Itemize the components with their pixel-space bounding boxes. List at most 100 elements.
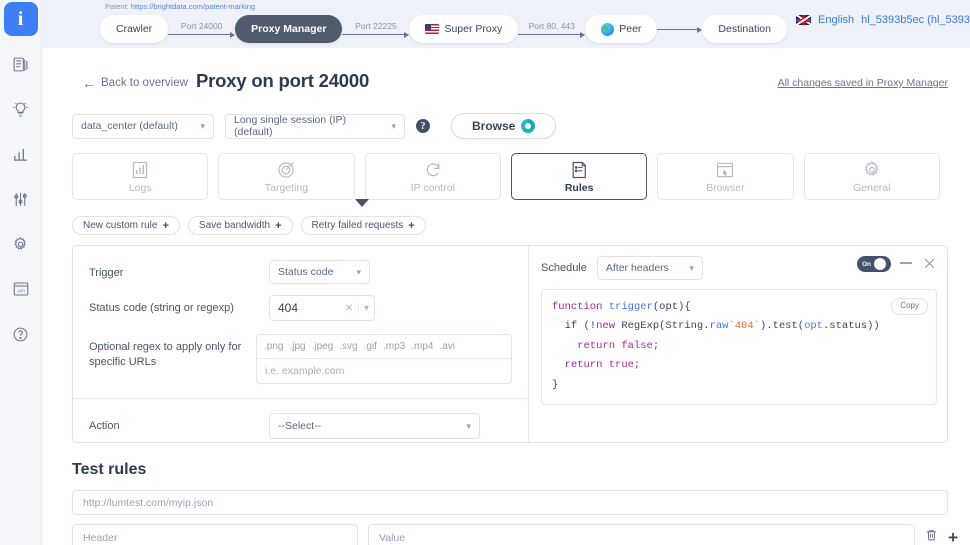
url-regex-row: Optional regex to apply only for specifi… [73, 321, 528, 384]
test-url-input[interactable]: http://lumtest.com/myip.json [72, 490, 948, 515]
trigger-select[interactable]: Status code ▾ [269, 260, 370, 284]
selected-tab-caret [355, 199, 369, 207]
test-value-input[interactable]: Value [368, 524, 916, 545]
flow-node-peer[interactable]: Peer [585, 15, 658, 43]
chevron-down-icon: ▾ [200, 120, 205, 131]
sliders-icon[interactable] [4, 182, 38, 216]
back-label: Back to overview [101, 77, 188, 89]
extension-chip[interactable]: .svg [339, 341, 357, 352]
trigger-value: Status code [278, 266, 334, 278]
flow-edge-4 [657, 26, 703, 33]
code-function-name: trigger [608, 301, 653, 313]
rule-card: Trigger Status code ▾ Status code (strin… [72, 245, 948, 443]
tab-general[interactable]: General [803, 153, 940, 200]
save-bandwidth-button[interactable]: Save bandwidth + [187, 216, 293, 235]
copy-code-button[interactable]: Copy [891, 298, 928, 315]
patent-link[interactable]: https://brightdata.com/patent-marking [131, 2, 255, 11]
code-text: .status)) [822, 320, 880, 333]
extension-chip[interactable]: .jpg [289, 341, 305, 352]
plus-icon[interactable]: + [948, 529, 958, 545]
tab-label: Logs [128, 181, 152, 194]
extension-chip[interactable]: .jpeg [312, 341, 334, 352]
button-label: Save bandwidth [198, 220, 271, 231]
code-property: opt [804, 320, 823, 333]
action-select[interactable]: --Select-- ▾ [269, 413, 480, 439]
schedule-value: After headers [605, 262, 669, 274]
plus-icon: + [162, 219, 169, 232]
code-keyword: return [552, 339, 616, 352]
tab-rules[interactable]: Rules [510, 153, 648, 200]
button-label: Retry failed requests [311, 220, 404, 231]
schedule-label: Schedule [541, 262, 587, 274]
rule-actions-row: New custom rule + Save bandwidth + Retry… [42, 216, 970, 235]
help-tooltip-icon[interactable]: ? [416, 119, 430, 133]
tab-label: IP control [410, 181, 455, 194]
lightbulb-icon[interactable] [4, 92, 38, 126]
brightdata-logo[interactable]: i [3, 2, 38, 36]
api-icon[interactable]: API [4, 272, 38, 306]
code-keyword: new [596, 320, 616, 333]
close-rule-button[interactable] [922, 256, 937, 271]
language-selector[interactable]: English [818, 14, 854, 26]
status-code-input[interactable]: 404 ✕ | ▾ [269, 295, 375, 321]
rule-code-pane: Schedule After headers ▾ On function tri… [529, 246, 947, 442]
extension-chip[interactable]: .png [264, 341, 283, 352]
extension-chip[interactable]: .mp3 [383, 341, 405, 352]
status-code-value: 404 [278, 301, 299, 315]
flow-edge-3: Port 80, 443 [518, 21, 586, 38]
zone-select[interactable]: data_center (default) ▾ [72, 113, 214, 139]
schedule-select[interactable]: After headers ▾ [596, 256, 703, 280]
test-header-input[interactable]: Header [72, 524, 358, 545]
gear-icon[interactable] [4, 227, 38, 261]
clear-icon[interactable]: ✕ [345, 303, 353, 314]
help-icon[interactable] [4, 317, 38, 351]
url-regex-input[interactable]: i.e. example.com [257, 359, 511, 383]
rule-config-pane: Trigger Status code ▾ Status code (strin… [73, 246, 529, 442]
extension-chip[interactable]: .mp4 [411, 341, 433, 352]
chevron-down-icon: ▾ [356, 266, 361, 277]
toggle-knob [874, 258, 887, 270]
tab-ip-control[interactable]: IP control [364, 153, 501, 200]
browse-button[interactable]: Browse [451, 113, 557, 139]
page-title: Proxy on port 24000 [196, 70, 370, 91]
toggle-state-label: On [862, 260, 872, 268]
session-select[interactable]: Long single session (IP) (default) ▾ [225, 113, 405, 139]
back-to-overview-button[interactable]: ← Back to overview [82, 76, 188, 90]
saved-status-link[interactable]: All changes saved in Proxy Manager [778, 77, 948, 89]
action-row: Action --Select-- ▾ [73, 399, 528, 439]
zone-value: data_center (default) [81, 120, 178, 132]
session-value: Long single session (IP) (default) [234, 114, 347, 138]
action-label: Action [89, 419, 120, 432]
logs-icon[interactable] [4, 47, 38, 81]
tab-targeting[interactable]: Targeting [218, 153, 355, 200]
new-custom-rule-button[interactable]: New custom rule + [72, 216, 180, 235]
flow-node-crawler[interactable]: Crawler [100, 15, 169, 43]
flow-edge-2: Port 22225 [342, 21, 410, 38]
rule-enabled-toggle[interactable]: On [857, 256, 891, 272]
account-label[interactable]: hl_5393b5ec (hl_5393 [861, 14, 970, 26]
tab-logs[interactable]: Logs [72, 153, 209, 200]
extension-chip[interactable]: .avi [439, 341, 455, 352]
status-code-label: Status code (string or regexp) [89, 302, 234, 314]
trash-icon[interactable] [925, 528, 938, 545]
svg-text:API: API [17, 288, 25, 294]
trigger-code-editor[interactable]: function trigger(opt){ if (!new RegExp(S… [541, 289, 937, 405]
code-text: (opt){ [652, 301, 691, 313]
tab-label: Rules [564, 181, 594, 194]
extension-chip[interactable]: .gif [364, 341, 377, 352]
trigger-label: Trigger [89, 267, 124, 279]
flow-node-proxy-manager[interactable]: Proxy Manager [235, 15, 343, 43]
retry-failed-requests-button[interactable]: Retry failed requests + [300, 216, 426, 235]
collapse-rule-button[interactable] [900, 262, 912, 264]
chevron-down-icon[interactable]: ▾ [364, 303, 369, 314]
tab-browser[interactable]: Browser [657, 153, 794, 200]
left-sidebar: i API [0, 0, 42, 545]
flow-node-super-proxy[interactable]: Super Proxy [409, 15, 519, 43]
code-text: if (! [552, 320, 597, 333]
account-bar: English hl_5393b5ec (hl_5393 [796, 14, 970, 26]
status-code-row: Status code (string or regexp) 404 ✕ | ▾ [73, 284, 528, 321]
test-header-row: Header Value + [72, 524, 962, 545]
stats-icon[interactable] [4, 137, 38, 171]
flow-node-label: Peer [619, 23, 642, 35]
flow-node-destination[interactable]: Destination [702, 15, 787, 43]
